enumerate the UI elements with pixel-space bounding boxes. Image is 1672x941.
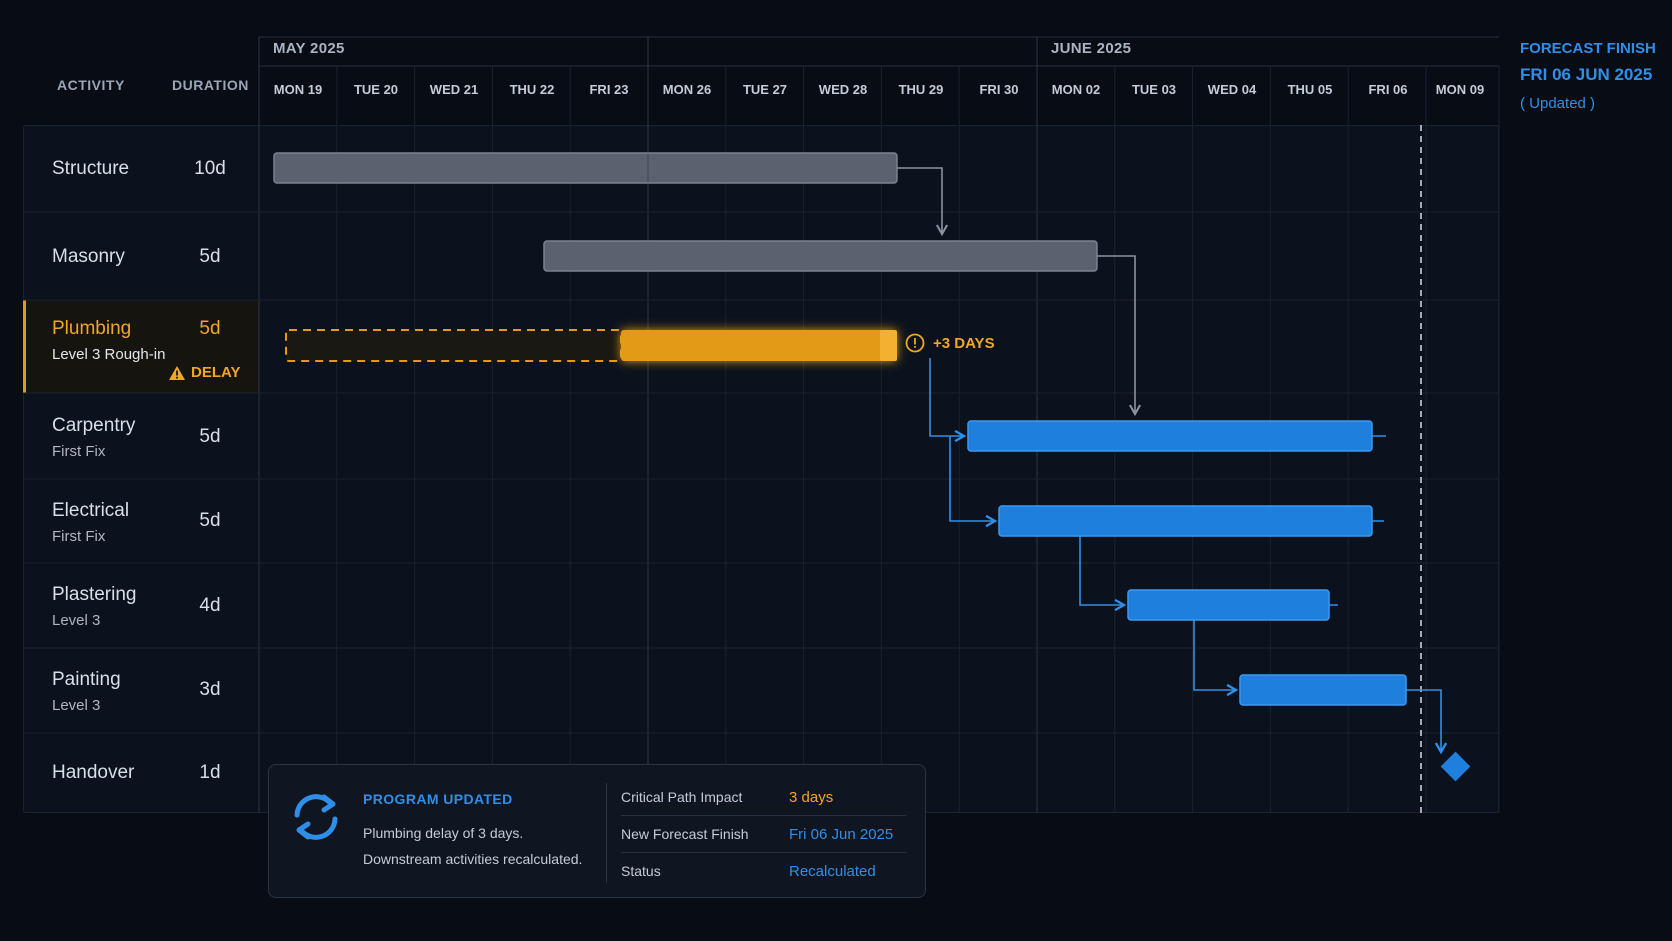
activity-duration: 5d bbox=[199, 510, 221, 531]
activity-duration: 5d bbox=[199, 318, 221, 339]
activity-duration: 4d bbox=[199, 595, 221, 616]
link-electrical-plastering bbox=[1079, 536, 1127, 612]
activity-duration: 1d bbox=[199, 762, 221, 783]
bar-electrical bbox=[998, 505, 1373, 537]
toast-message-line1: Plumbing delay of 3 days. bbox=[363, 825, 524, 841]
gantt-view: ACTIVITY DURATION MAY 2025 JUNE 2025 MON… bbox=[0, 0, 1672, 941]
bar-painting bbox=[1239, 674, 1407, 706]
toast-row-key: New Forecast Finish bbox=[621, 826, 749, 842]
activity-duration: 10d bbox=[194, 158, 226, 179]
program-updated-toast: PROGRAM UPDATED Plumbing delay of 3 days… bbox=[268, 764, 926, 898]
toast-row-status: Status Recalculated bbox=[621, 853, 906, 890]
alert-circle-icon bbox=[905, 333, 925, 353]
activity-name-masonry[interactable]: Masonry bbox=[52, 246, 125, 268]
toast-row-value: Fri 06 Jun 2025 bbox=[789, 826, 894, 843]
bar-plumbing-actual bbox=[621, 330, 897, 361]
toast-row-key: Critical Path Impact bbox=[621, 789, 743, 805]
toast-divider bbox=[606, 783, 607, 883]
activity-name-structure[interactable]: Structure bbox=[52, 158, 129, 180]
activity-name-electrical[interactable]: Electrical bbox=[52, 500, 129, 522]
toast-row-value: 3 days bbox=[789, 789, 834, 806]
toast-row-value: Recalculated bbox=[789, 863, 876, 880]
activity-duration: 3d bbox=[199, 679, 221, 700]
forecast-date: FRI 06 JUN 2025 bbox=[1520, 65, 1653, 84]
activity-sub: Level 3 bbox=[52, 697, 101, 714]
toast-message-line2: Downstream activities recalculated. bbox=[363, 851, 583, 867]
delay-days-badge: +3 DAYS bbox=[905, 333, 995, 353]
activity-name-plumbing[interactable]: Plumbing bbox=[52, 318, 131, 340]
activity-duration: 5d bbox=[199, 246, 221, 267]
toast-row-key: Status bbox=[621, 863, 661, 879]
activity-sub: First Fix bbox=[52, 528, 106, 545]
activity-sub: First Fix bbox=[52, 443, 106, 460]
activity-name-handover[interactable]: Handover bbox=[52, 762, 134, 784]
activity-sub-plumbing: Level 3 Rough-in bbox=[52, 346, 166, 363]
activity-name-painting[interactable]: Painting bbox=[52, 669, 121, 691]
toast-title: PROGRAM UPDATED bbox=[363, 791, 513, 807]
activity-duration: 5d bbox=[199, 426, 221, 447]
bar-masonry bbox=[543, 240, 1098, 272]
bar-carpentry bbox=[967, 420, 1373, 452]
activity-name-carpentry[interactable]: Carpentry bbox=[52, 415, 135, 437]
link-masonry-carpentry bbox=[1097, 255, 1142, 417]
delay-days-label: +3 DAYS bbox=[933, 334, 995, 352]
delay-label: DELAY bbox=[191, 364, 241, 381]
toast-row-forecast: New Forecast Finish Fri 06 Jun 2025 bbox=[621, 816, 906, 853]
bar-plumbing-end-cap bbox=[880, 330, 897, 361]
activity-name-plastering[interactable]: Plastering bbox=[52, 584, 137, 606]
link-painting-handover bbox=[1406, 689, 1448, 755]
bar-plastering bbox=[1127, 589, 1330, 621]
warning-icon bbox=[169, 365, 185, 380]
bar-plumbing-planned bbox=[285, 329, 622, 362]
forecast-label: FORECAST FINISH bbox=[1520, 40, 1656, 57]
activity-sub: Level 3 bbox=[52, 612, 101, 629]
refresh-icon bbox=[294, 794, 338, 840]
link-plastering-painting bbox=[1193, 620, 1239, 697]
toast-row-critical-path: Critical Path Impact 3 days bbox=[621, 779, 906, 816]
delay-badge: DELAY bbox=[168, 364, 240, 381]
link-structure-masonry bbox=[897, 167, 949, 237]
bar-structure bbox=[273, 152, 898, 184]
milestone-handover bbox=[1440, 751, 1471, 782]
forecast-note: ( Updated ) bbox=[1520, 95, 1596, 112]
